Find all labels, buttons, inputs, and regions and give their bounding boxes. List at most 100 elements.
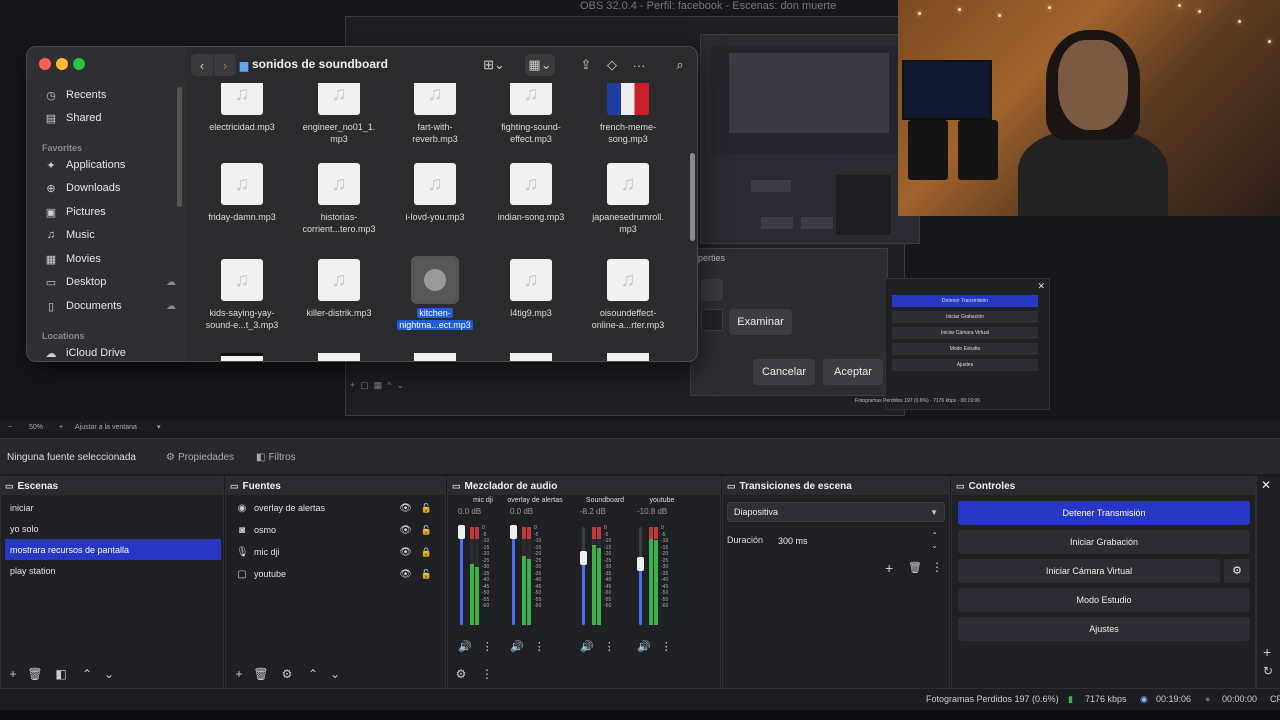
file-thumb-partial[interactable] <box>318 353 360 361</box>
source-properties-button[interactable]: ⚙ <box>279 667 295 681</box>
fader-knob[interactable] <box>458 524 465 539</box>
vertical-ellipsis-icon[interactable]: ⋮ <box>482 641 493 653</box>
close-icon[interactable]: ✕ <box>1261 478 1271 492</box>
tag-button[interactable]: ◇ <box>601 54 623 76</box>
unlock-icon[interactable]: 🔓 <box>421 503 432 514</box>
speaker-icon[interactable]: 🔊 <box>580 641 594 653</box>
file-item[interactable]: ♫ fighting-sound-effect.mp3 <box>483 83 579 145</box>
file-item[interactable]: ♫ kids-saying-yay-sound-e...t_3.mp3 <box>194 259 290 331</box>
file-grid-scrollbar[interactable] <box>690 153 695 241</box>
fader-knob[interactable] <box>510 524 517 539</box>
sidebar-item-shared[interactable]: ▤ Shared <box>44 108 176 128</box>
transition-select[interactable]: Diapositiva ▼ <box>727 502 945 522</box>
file-item[interactable]: ♫ fart-with-reverb.mp3 <box>387 83 483 145</box>
file-item[interactable]: ♫ engineer_no01_1. mp3 <box>291 83 387 145</box>
file-thumb-partial[interactable] <box>607 353 649 361</box>
more-button[interactable]: ··· <box>627 54 651 76</box>
browse-button[interactable]: Examinar <box>729 309 792 335</box>
file-item[interactable]: french-meme-song.mp3 <box>580 83 676 145</box>
source-item[interactable]: 🎙 mic dji 👁 🔒 <box>230 541 446 563</box>
sidebar-item-recents[interactable]: ◷ Recents <box>44 85 176 105</box>
scene-item[interactable]: yo solo <box>5 518 221 539</box>
zoom-out-button[interactable]: − <box>8 424 12 431</box>
volume-fader[interactable] <box>639 527 642 625</box>
studio-mode-button[interactable]: Modo Estudio <box>958 588 1250 612</box>
file-item-selected[interactable]: kitchen-nightma...ect.mp3 <box>387 256 483 331</box>
mixer-menu-button[interactable]: ⋮ <box>479 667 495 681</box>
fader-knob[interactable] <box>637 557 644 572</box>
settings-button[interactable]: Ajustes <box>958 617 1250 641</box>
start-recording-button[interactable]: Iniciar Grabación <box>958 530 1250 554</box>
source-item[interactable]: ◉ overlay de alertas 👁 🔓 <box>230 497 446 519</box>
icon-view-button[interactable]: ⊞⌄ <box>480 54 508 76</box>
back-button[interactable]: ‹ <box>191 54 213 76</box>
forward-button[interactable]: › <box>214 54 236 76</box>
search-button[interactable]: ⌕ <box>669 54 691 76</box>
sidebar-item-desktop[interactable]: ▭ Desktop ☁ <box>44 272 176 292</box>
file-item[interactable]: ♫ electricidad.mp3 <box>194 83 290 133</box>
sidebar-item-downloads[interactable]: ⊕ Downloads <box>44 178 176 198</box>
source-item[interactable]: ◙ osmo 👁 🔓 <box>230 519 446 541</box>
cancel-button[interactable]: Cancelar <box>753 359 815 385</box>
scene-item-active[interactable]: mostrara recursos de pantalla <box>5 539 221 560</box>
share-button[interactable]: ⇪ <box>575 54 597 76</box>
add-scene-button[interactable]: + <box>5 667 21 681</box>
move-source-down-button[interactable]: ⌄ <box>327 667 343 681</box>
file-item[interactable]: ♫ friday-damn.mp3 <box>194 163 290 223</box>
remove-source-button[interactable]: 🗑 <box>253 667 269 681</box>
sidebar-item-pictures[interactable]: ▣ Pictures <box>44 202 176 222</box>
volume-fader[interactable] <box>460 527 463 625</box>
duration-input[interactable]: 300 ms ⌃ ⌄ <box>771 530 945 552</box>
file-item[interactable]: ♫ i-lovd-you.mp3 <box>387 163 483 223</box>
file-thumb-partial[interactable] <box>221 353 263 361</box>
vertical-ellipsis-icon[interactable]: ⋮ <box>604 641 615 653</box>
speaker-icon[interactable]: 🔊 <box>510 641 524 653</box>
file-item[interactable]: ♫ japanesedrumroll. mp3 <box>580 163 676 235</box>
move-source-up-button[interactable]: ⌃ <box>305 667 321 681</box>
file-thumb-partial[interactable] <box>414 353 456 361</box>
chevron-down-icon[interactable]: ▾ <box>157 423 161 431</box>
vertical-ellipsis-icon[interactable]: ⋮ <box>661 641 672 653</box>
volume-fader[interactable] <box>512 527 515 625</box>
move-scene-up-button[interactable]: ⌃ <box>79 667 95 681</box>
speaker-icon[interactable]: 🔊 <box>637 641 651 653</box>
move-scene-down-button[interactable]: ⌄ <box>101 667 117 681</box>
sidebar-item-icloud-drive[interactable]: ☁ iCloud Drive <box>44 343 176 361</box>
chevron-up-icon[interactable]: ⌃ <box>931 531 938 540</box>
stop-streaming-button[interactable]: Detener Transmisión <box>958 501 1250 525</box>
zoom-window-button[interactable] <box>73 58 85 70</box>
refresh-icon[interactable]: ↻ <box>1263 664 1273 678</box>
scene-filters-button[interactable]: ◧ <box>53 667 69 681</box>
chevron-down-icon[interactable]: ⌄ <box>931 541 938 550</box>
dialog-path-field[interactable] <box>701 309 723 331</box>
virtual-camera-settings-button[interactable]: ⚙ <box>1224 559 1250 583</box>
dialog-field[interactable] <box>701 279 723 301</box>
accept-button[interactable]: Aceptar <box>823 359 883 385</box>
file-item[interactable]: ♫ indian-song.mp3 <box>483 163 579 223</box>
advanced-audio-button[interactable]: ⚙ <box>453 667 469 681</box>
file-item[interactable]: ♫ killer-distrik.mp3 <box>291 259 387 319</box>
finder-file-grid[interactable]: ♫ electricidad.mp3 ♫ engineer_no01_1. mp3… <box>185 83 697 361</box>
file-item[interactable]: ♫ oisoundeffect-online-a...rter.mp3 <box>580 259 676 331</box>
lock-icon[interactable]: 🔒 <box>421 547 432 558</box>
eye-icon[interactable]: 👁 <box>399 525 412 536</box>
scene-item[interactable]: play station <box>5 560 221 581</box>
scene-item[interactable]: iniciar <box>5 497 221 518</box>
close-window-button[interactable] <box>39 58 51 70</box>
speaker-icon[interactable]: 🔊 <box>458 641 472 653</box>
add-icon[interactable]: + <box>1263 644 1271 660</box>
sidebar-scrollbar[interactable] <box>177 87 182 207</box>
transition-menu-button[interactable]: ⋮ <box>931 560 943 574</box>
minimize-window-button[interactable] <box>56 58 68 70</box>
sidebar-item-movies[interactable]: ▦ Movies <box>44 249 176 269</box>
start-virtual-camera-button[interactable]: Iniciar Cámara Virtual <box>958 559 1220 583</box>
properties-button[interactable]: ⚙ Propiedades <box>166 447 234 467</box>
volume-fader[interactable] <box>582 527 585 625</box>
sidebar-item-applications[interactable]: ✦ Applications <box>44 155 176 175</box>
unlock-icon[interactable]: 🔓 <box>421 525 432 536</box>
source-item[interactable]: ▢ youtube 👁 🔓 <box>230 563 446 585</box>
add-source-button[interactable]: + <box>231 667 247 681</box>
vertical-ellipsis-icon[interactable]: ⋮ <box>534 641 545 653</box>
fader-knob[interactable] <box>580 551 587 566</box>
obs-preview-canvas[interactable]: OBS 32.0.4 - Perfil: facebook - Escenas:… <box>0 0 1280 420</box>
